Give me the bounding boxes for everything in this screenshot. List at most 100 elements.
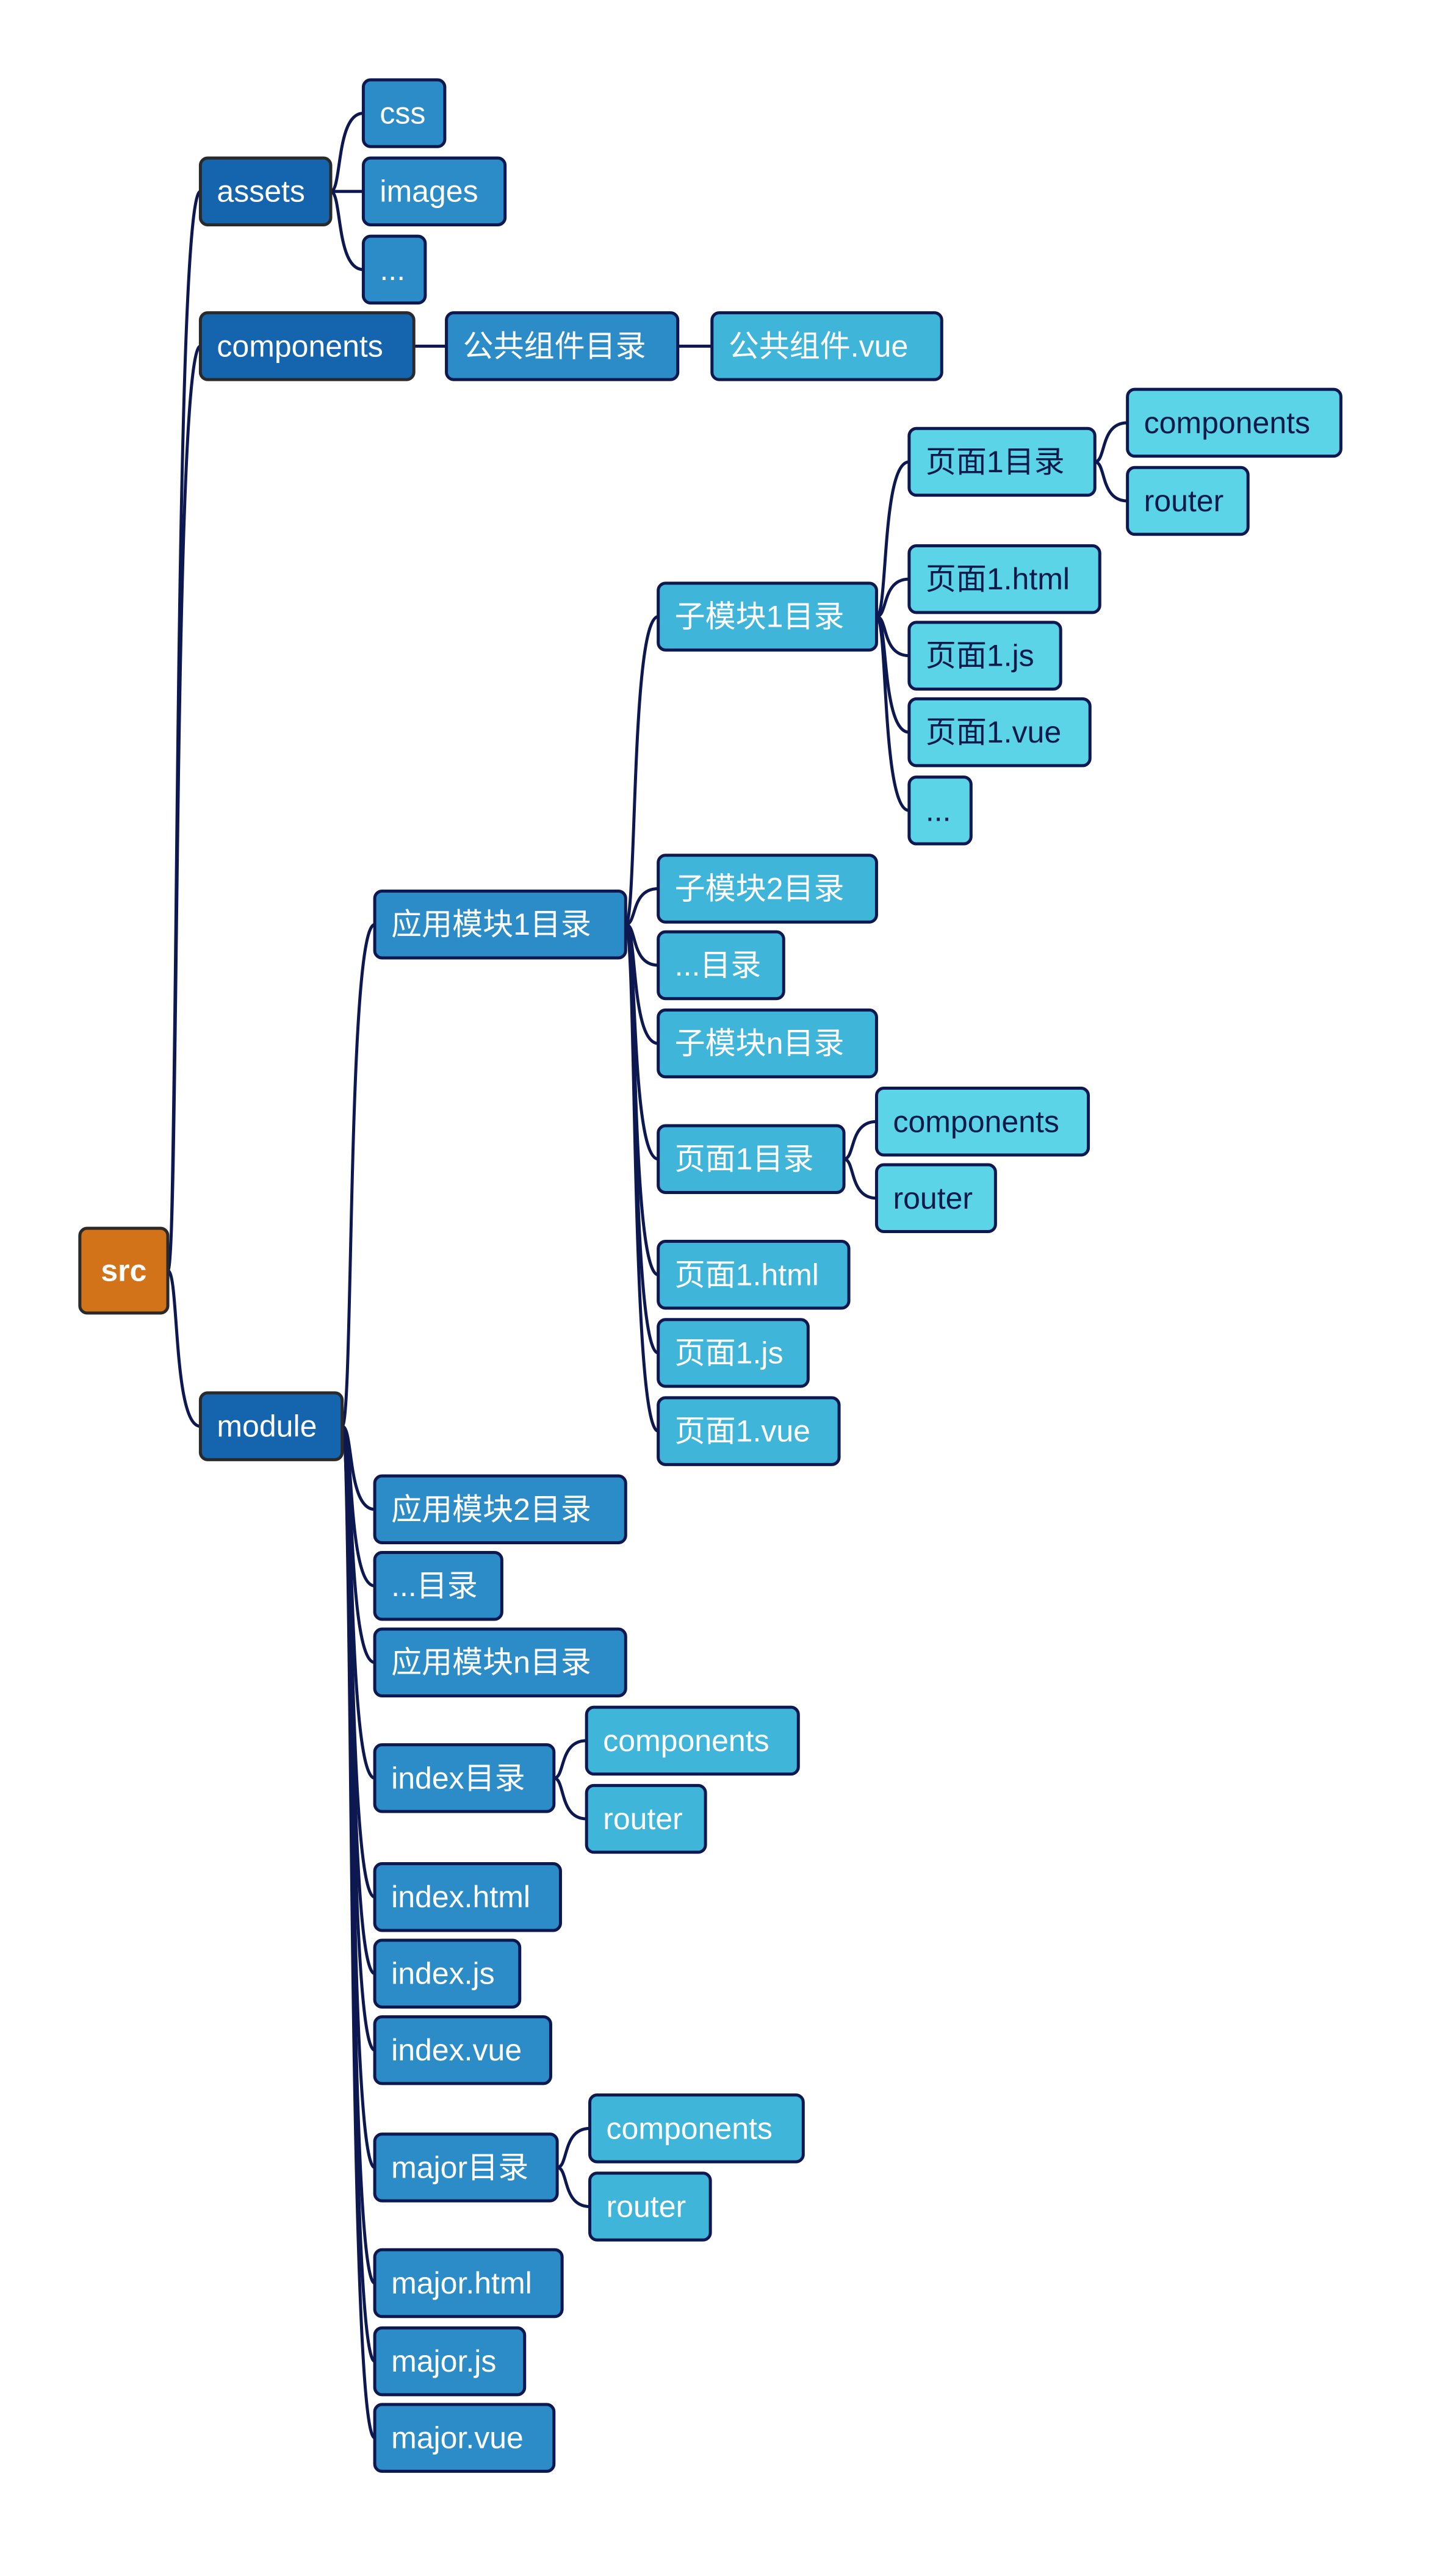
node-major-html[interactable]: major.html: [373, 2248, 564, 2319]
node-label: 页面1.vue: [675, 1414, 810, 1448]
node-label: 子模块1目录: [675, 600, 845, 634]
node-label: index.vue: [391, 2033, 522, 2067]
node-label: 页面1.js: [926, 639, 1034, 673]
node-label: images: [380, 174, 478, 209]
node-major-js[interactable]: major.js: [373, 2326, 527, 2397]
node-label: router: [607, 2190, 686, 2224]
connector-sub1-page-dir-sub1-page-components: [1094, 421, 1128, 464]
node-major-dir[interactable]: major目录: [373, 2132, 559, 2203]
node-label: major.js: [391, 2344, 496, 2378]
node-label: major.html: [391, 2266, 532, 2300]
node-sub-more[interactable]: ...目录: [657, 930, 785, 1001]
node-label: components: [607, 2111, 773, 2145]
node-components[interactable]: components: [198, 311, 416, 381]
node-label: 公共组件.vue: [729, 329, 909, 363]
node-label: assets: [217, 174, 305, 209]
node-label: 页面1目录: [926, 445, 1065, 479]
node-app1-page-vue[interactable]: 页面1.vue: [657, 1396, 841, 1466]
connector-assets-assets-more: [330, 190, 364, 272]
node-sub1-page-dir[interactable]: 页面1目录: [907, 426, 1097, 497]
node-common-vue[interactable]: 公共组件.vue: [710, 311, 943, 381]
node-label: 子模块n目录: [675, 1026, 845, 1060]
node-label: 应用模块1目录: [391, 907, 591, 941]
node-label: 页面1.html: [926, 562, 1070, 596]
node-label: router: [603, 1802, 683, 1836]
node-sub1-page-html[interactable]: 页面1.html: [907, 544, 1101, 614]
connector-index-dir-index-components: [553, 1739, 587, 1780]
node-label: src: [101, 1254, 146, 1288]
connector-index-dir-index-router: [553, 1776, 587, 1821]
node-images[interactable]: images: [361, 156, 507, 226]
connector-app1-sub1: [624, 615, 659, 926]
node-appn[interactable]: 应用模块n目录: [373, 1627, 627, 1697]
node-sub1-page-router[interactable]: router: [1126, 466, 1250, 536]
node-label: components: [217, 329, 383, 363]
connector-assets-css: [330, 112, 364, 193]
node-label: components: [603, 1724, 769, 1758]
node-major-vue[interactable]: major.vue: [373, 2403, 556, 2473]
node-label: index目录: [391, 1761, 525, 1795]
mind-map: src assets components module css images... 公共组…: [0, 0, 1434, 2576]
node-app-more[interactable]: ...目录: [373, 1551, 503, 1621]
connector-module-app1: [340, 923, 376, 1428]
connector-app1-page-dir-app1-page-components: [843, 1120, 877, 1161]
connector-src-components: [166, 344, 202, 1273]
node-index-dir[interactable]: index目录: [373, 1743, 556, 1813]
node-css[interactable]: css: [361, 78, 447, 148]
connector-major-dir-major-components: [557, 2126, 590, 2169]
node-app2[interactable]: 应用模块2目录: [373, 1474, 627, 1544]
node-sub2[interactable]: 子模块2目录: [657, 854, 878, 924]
node-label: 页面1目录: [675, 1142, 814, 1176]
node-sub1-page-components[interactable]: components: [1126, 387, 1342, 458]
node-sub1[interactable]: 子模块1目录: [657, 581, 878, 652]
node-label: 页面1.js: [675, 1336, 784, 1370]
node-major-components[interactable]: components: [588, 2093, 805, 2164]
node-label: 页面1.vue: [926, 715, 1061, 749]
node-app1-page-components[interactable]: components: [874, 1087, 1090, 1157]
node-label: major.vue: [391, 2421, 524, 2455]
node-major-router[interactable]: router: [588, 2171, 712, 2242]
node-app1-page-dir[interactable]: 页面1目录: [657, 1124, 846, 1194]
node-app1[interactable]: 应用模块1目录: [373, 889, 627, 960]
node-label: router: [1144, 484, 1224, 518]
node-label: module: [217, 1409, 317, 1444]
node-label: ...: [926, 793, 951, 827]
nodes: src assets components module css images... 公共组…: [78, 78, 1342, 2473]
node-label: 应用模块n目录: [391, 1646, 591, 1680]
connector-sub1-sub1-page-dir: [875, 460, 910, 619]
node-index-vue[interactable]: index.vue: [373, 2015, 552, 2085]
node-index-js[interactable]: index.js: [373, 1938, 522, 2009]
node-label: ...: [380, 253, 405, 287]
node-sub1-page-vue[interactable]: 页面1.vue: [907, 697, 1092, 768]
connector-app1-app1-page-vue: [624, 923, 659, 1433]
node-app1-page-js[interactable]: 页面1.js: [657, 1318, 810, 1388]
node-label: index.js: [391, 1957, 495, 1991]
node-label: 应用模块2目录: [391, 1492, 591, 1527]
node-assets-more[interactable]: ...: [361, 234, 427, 305]
node-src[interactable]: src: [78, 1226, 170, 1315]
node-label: major目录: [391, 2150, 528, 2184]
node-label: components: [1144, 406, 1310, 440]
node-app1-page-router[interactable]: router: [874, 1163, 997, 1234]
node-label: css: [380, 96, 425, 131]
connector-major-dir-major-router: [557, 2165, 590, 2209]
node-label: ...目录: [391, 1569, 478, 1603]
node-index-router[interactable]: router: [585, 1783, 707, 1854]
node-label: router: [893, 1181, 973, 1215]
mind-map-canvas: src assets components module css images... 公共组…: [78, 78, 1342, 2473]
connector-src-module: [166, 1269, 201, 1428]
node-app1-page-html[interactable]: 页面1.html: [657, 1240, 851, 1310]
node-assets[interactable]: assets: [198, 156, 333, 226]
node-label: 子模块2目录: [675, 871, 845, 905]
node-label: ...目录: [675, 948, 762, 982]
node-common-dir[interactable]: 公共组件目录: [445, 311, 680, 381]
connector-app1-page-dir-app1-page-router: [843, 1157, 877, 1200]
node-subn[interactable]: 子模块n目录: [657, 1008, 878, 1079]
node-index-html[interactable]: index.html: [373, 1862, 562, 1932]
connector-sub1-page-dir-sub1-page-router: [1094, 460, 1128, 503]
node-sub1-page-js[interactable]: 页面1.js: [907, 621, 1062, 691]
node-label: 页面1.html: [675, 1257, 819, 1292]
node-sub1-more[interactable]: ...: [907, 775, 973, 846]
node-index-components[interactable]: components: [585, 1705, 800, 1776]
node-module[interactable]: module: [198, 1391, 344, 1461]
